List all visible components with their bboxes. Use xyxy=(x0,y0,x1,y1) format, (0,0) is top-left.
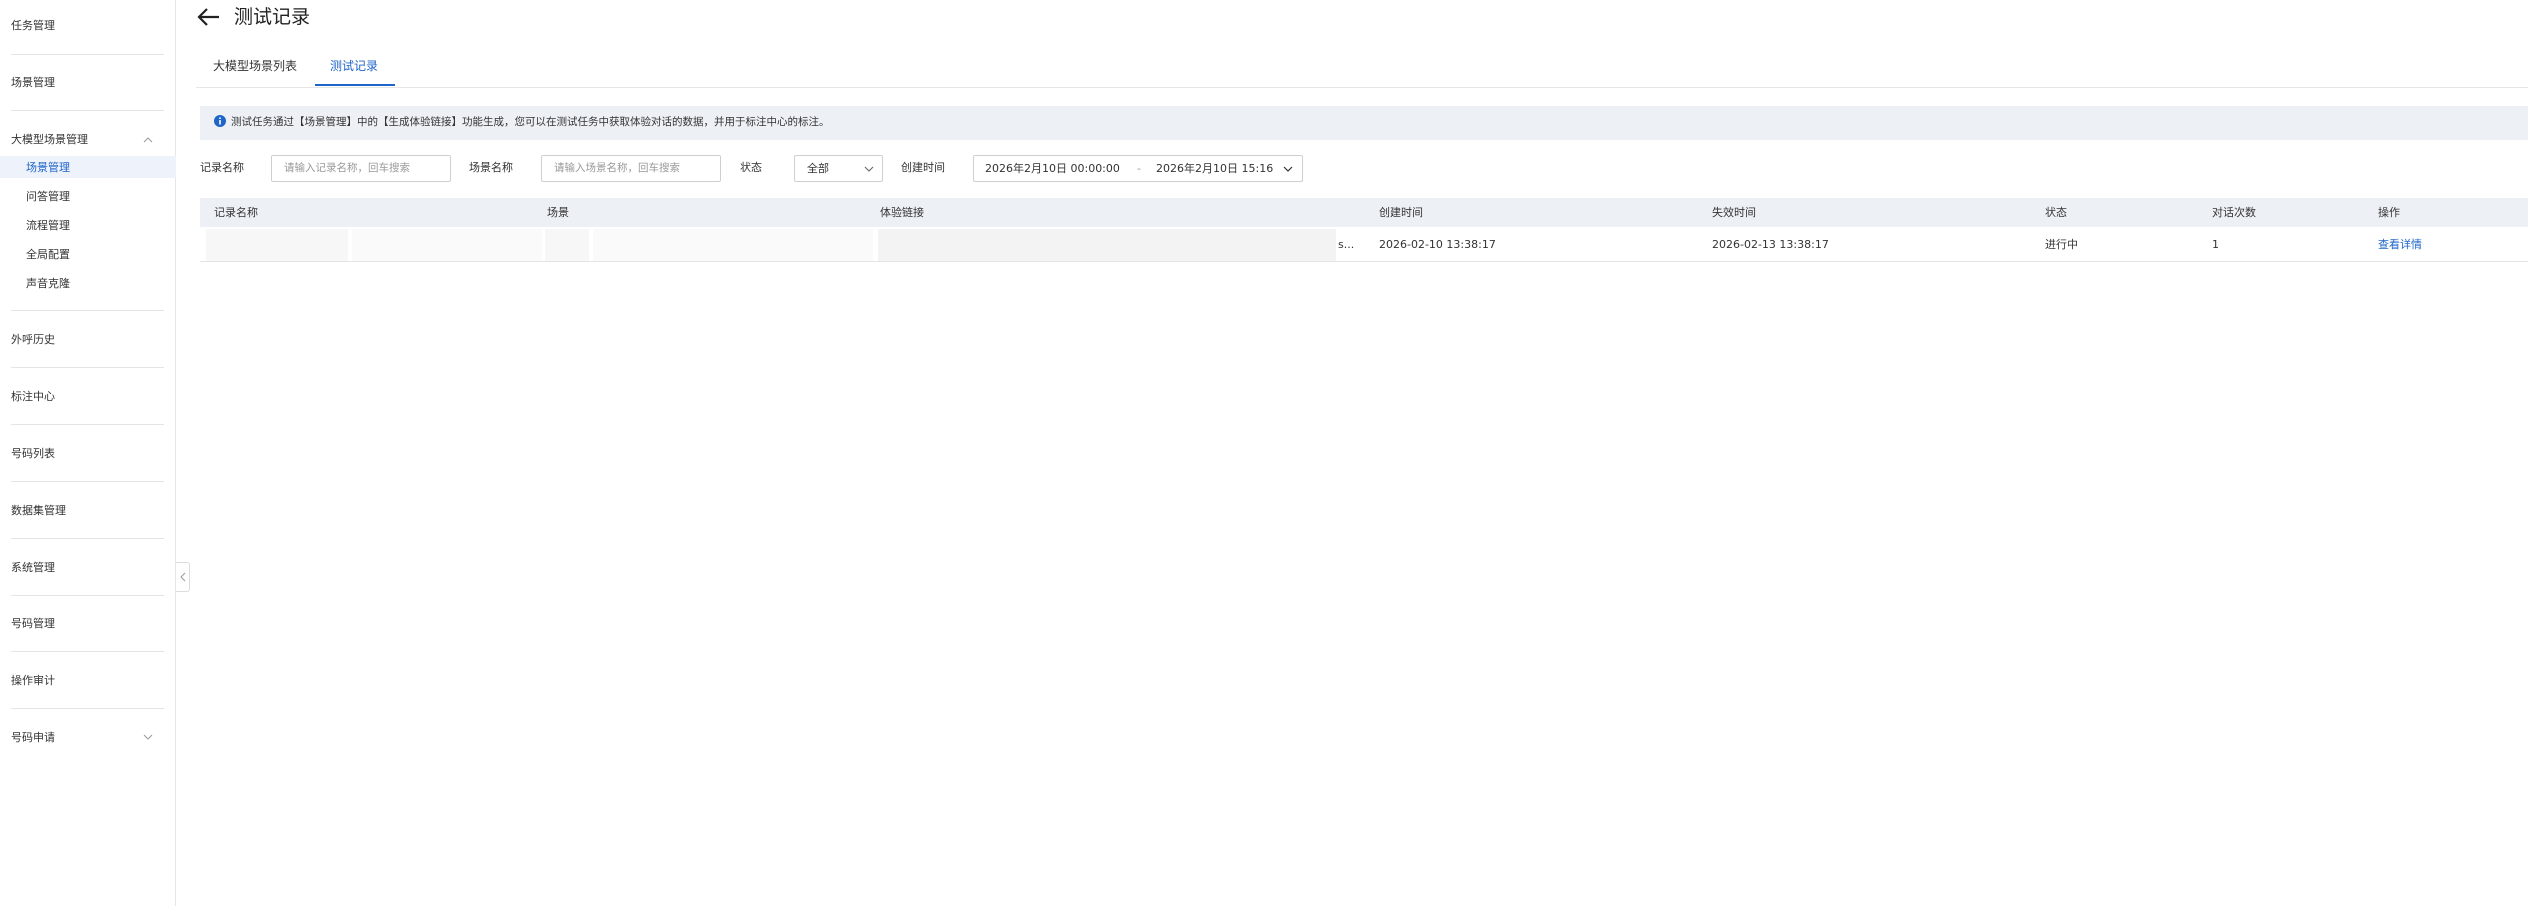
date-start[interactable]: 2026年2月10日 00:00:00 xyxy=(985,162,1120,176)
redacted-experience-link xyxy=(878,229,1336,261)
sidebar-divider xyxy=(11,708,164,709)
column-header-status: 状态 xyxy=(2045,206,2067,219)
redacted-scene xyxy=(545,229,589,261)
sidebar-subitem-flow-management[interactable]: 流程管理 xyxy=(26,219,70,233)
scene-name-input[interactable]: 请输入场景名称，回车搜索 xyxy=(541,155,721,182)
record-name-label: 记录名称 xyxy=(200,161,244,174)
column-header-dialog-count: 对话次数 xyxy=(2212,206,2256,219)
sidebar: 任务管理 场景管理 大模型场景管理 场景管理 问答管理 流程管理 全局配置 声音… xyxy=(0,0,176,906)
sidebar-divider xyxy=(11,595,164,596)
sidebar-item-dataset-management[interactable]: 数据集管理 xyxy=(11,504,66,518)
tab-test-records[interactable]: 测试记录 xyxy=(330,58,378,74)
chevron-down-icon xyxy=(1283,166,1293,172)
record-name-input[interactable]: 请输入记录名称，回车搜索 xyxy=(271,155,451,182)
sidebar-divider xyxy=(11,424,164,425)
tabs-divider xyxy=(196,87,2528,88)
arrow-left-icon[interactable] xyxy=(196,6,222,28)
sidebar-item-number-list[interactable]: 号码列表 xyxy=(11,447,55,461)
column-header-scene: 场景 xyxy=(547,206,569,219)
sidebar-item-number-management[interactable]: 号码管理 xyxy=(11,617,55,631)
cell-status: 进行中 xyxy=(2045,238,2078,251)
sidebar-item-llm-scene-management[interactable]: 大模型场景管理 xyxy=(11,133,88,147)
chevron-left-icon xyxy=(179,572,185,582)
status-select[interactable]: 全部 xyxy=(794,155,883,182)
date-separator: - xyxy=(1137,162,1141,175)
experience-link-tail[interactable]: s... xyxy=(1338,238,1354,252)
sidebar-item-task-management[interactable]: 任务管理 xyxy=(11,19,55,33)
info-icon xyxy=(214,115,226,127)
sidebar-item-annotation-center[interactable]: 标注中心 xyxy=(11,390,55,404)
redacted-record-name xyxy=(206,229,348,261)
notice-text: 测试任务通过【场景管理】中的【生成体验链接】功能生成，您可以在测试任务中获取体验… xyxy=(231,116,830,128)
scene-name-label: 场景名称 xyxy=(469,161,513,174)
created-time-label: 创建时间 xyxy=(901,161,945,174)
redacted-scene xyxy=(593,229,873,261)
sidebar-item-number-application[interactable]: 号码申请 xyxy=(11,731,55,745)
column-header-record-name: 记录名称 xyxy=(214,206,258,219)
column-header-actions: 操作 xyxy=(2378,206,2400,219)
redacted-record-name xyxy=(352,229,542,261)
sidebar-subitem-scene-management[interactable]: 场景管理 xyxy=(26,161,70,175)
sidebar-divider xyxy=(11,481,164,482)
page-title: 测试记录 xyxy=(234,6,311,28)
status-label: 状态 xyxy=(740,161,762,174)
sidebar-subitem-voice-clone[interactable]: 声音克隆 xyxy=(26,277,70,291)
column-header-experience-link: 体验链接 xyxy=(880,206,924,219)
column-header-expire-time: 失效时间 xyxy=(1712,206,1756,219)
cell-expire-time: 2026-02-13 13:38:17 xyxy=(1712,238,1829,251)
date-end[interactable]: 2026年2月10日 15:16:05 xyxy=(1156,162,1274,176)
chevron-down-icon xyxy=(864,166,874,172)
chevron-up-icon[interactable] xyxy=(142,134,154,146)
sidebar-item-call-history[interactable]: 外呼历史 xyxy=(11,333,55,347)
sidebar-divider xyxy=(11,110,164,111)
tab-llm-scene-list[interactable]: 大模型场景列表 xyxy=(213,58,297,74)
sidebar-divider xyxy=(11,651,164,652)
active-tab-indicator xyxy=(315,84,395,86)
sidebar-item-system-management[interactable]: 系统管理 xyxy=(11,561,55,575)
sidebar-item-operation-audit[interactable]: 操作审计 xyxy=(11,674,55,688)
cell-dialog-count: 1 xyxy=(2212,238,2219,251)
cell-created-time: 2026-02-10 13:38:17 xyxy=(1379,238,1496,251)
sidebar-item-scene-management[interactable]: 场景管理 xyxy=(11,76,55,90)
view-details-link[interactable]: 查看详情 xyxy=(2378,238,2422,252)
status-select-value: 全部 xyxy=(807,162,829,175)
chevron-down-icon[interactable] xyxy=(142,731,154,743)
sidebar-divider xyxy=(11,54,164,55)
sidebar-divider xyxy=(11,367,164,368)
sidebar-divider xyxy=(11,538,164,539)
sidebar-subitem-qa-management[interactable]: 问答管理 xyxy=(26,190,70,204)
sidebar-subitem-global-config[interactable]: 全局配置 xyxy=(26,248,70,262)
column-header-created-time: 创建时间 xyxy=(1379,206,1423,219)
date-range-picker[interactable]: 2026年2月10日 00:00:00 - 2026年2月10日 15:16:0… xyxy=(973,155,1303,182)
sidebar-collapse-toggle[interactable] xyxy=(176,562,190,592)
sidebar-divider xyxy=(11,310,164,311)
